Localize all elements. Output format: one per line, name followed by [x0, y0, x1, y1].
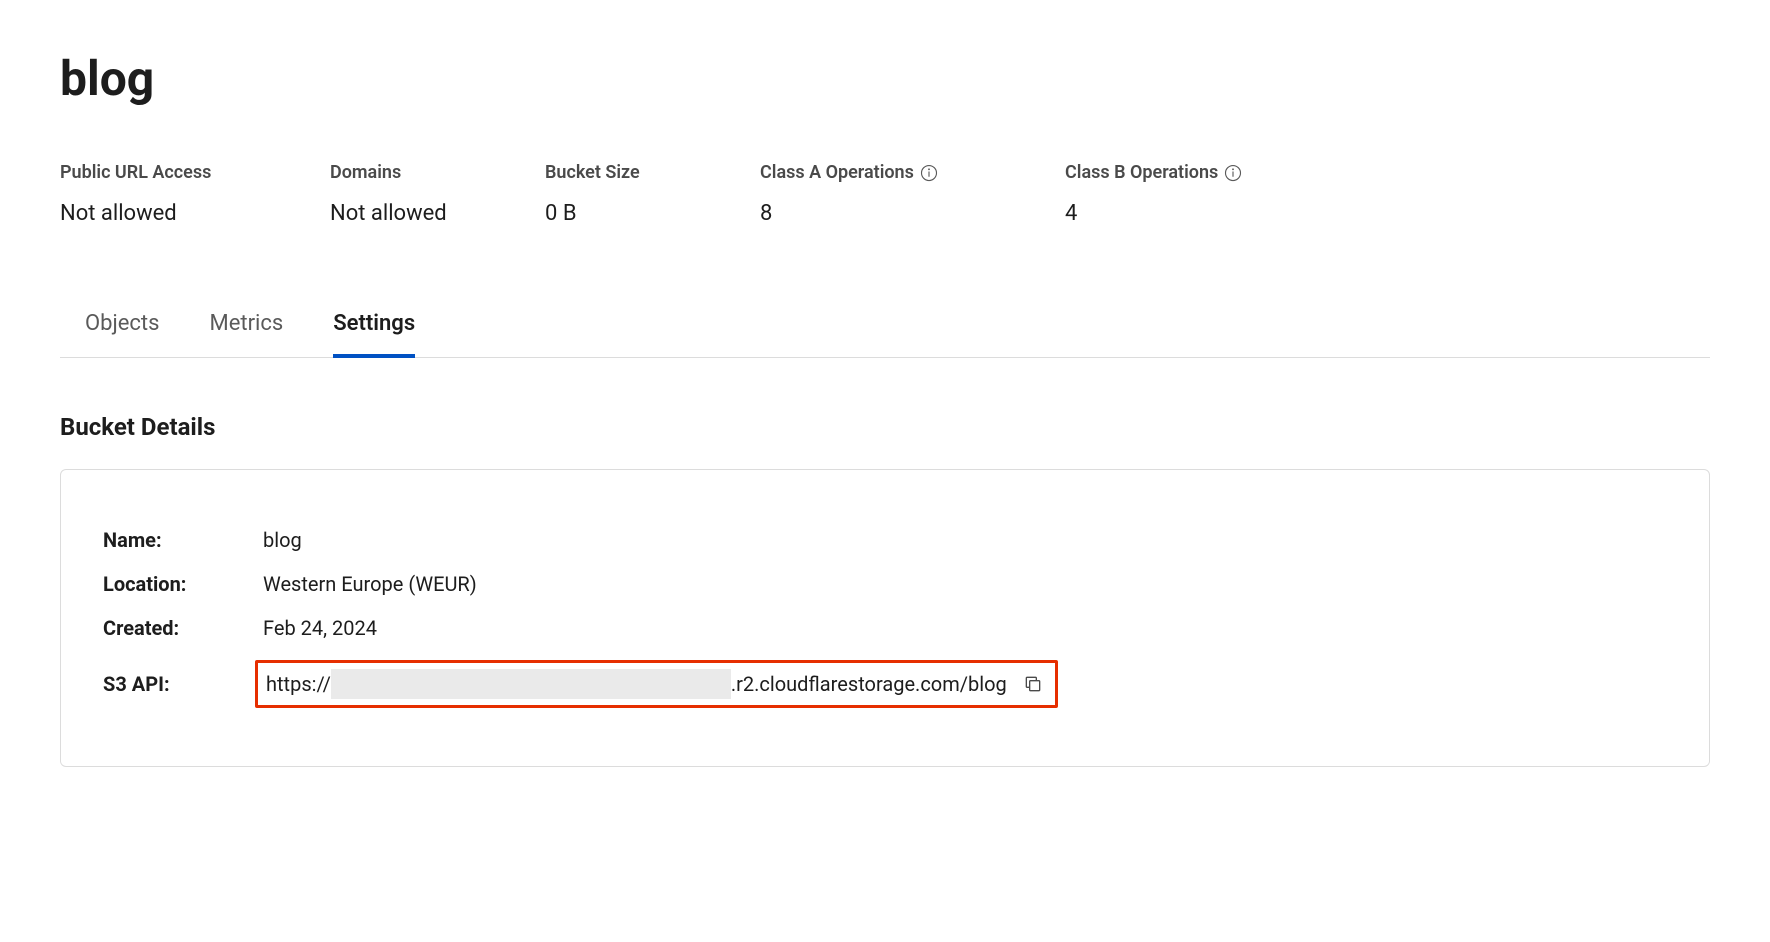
stat-value: Not allowed: [330, 201, 545, 226]
stat-label: Class B Operations: [1065, 162, 1315, 183]
bucket-details-table: Name: blog Location: Western Europe (WEU…: [103, 518, 1058, 718]
stat-class-b-operations: Class B Operations 4: [1065, 162, 1315, 226]
stat-value: 0 B: [545, 201, 760, 226]
section-title-bucket-details: Bucket Details: [60, 413, 1710, 441]
stat-class-a-operations: Class A Operations 8: [760, 162, 1065, 226]
stat-label: Class A Operations: [760, 162, 1065, 183]
detail-row-s3-api: S3 API: https:// .r2.cloudflarestorage.c…: [103, 650, 1058, 718]
tab-metrics[interactable]: Metrics: [210, 311, 284, 358]
info-icon[interactable]: [920, 164, 938, 182]
tab-objects[interactable]: Objects: [85, 311, 160, 358]
copy-icon[interactable]: [1023, 674, 1043, 694]
detail-row-name: Name: blog: [103, 518, 1058, 562]
detail-value: https:// .r2.cloudflarestorage.com/blog: [263, 650, 1058, 718]
stat-value: Not allowed: [60, 201, 330, 226]
s3-api-url-suffix: .r2.cloudflarestorage.com/blog: [731, 672, 1007, 696]
info-icon[interactable]: [1224, 164, 1242, 182]
stat-domains: Domains Not allowed: [330, 162, 545, 226]
stat-public-url-access: Public URL Access Not allowed: [60, 162, 330, 226]
detail-row-created: Created: Feb 24, 2024: [103, 606, 1058, 650]
stat-value: 8: [760, 201, 1065, 226]
s3-api-highlight-box: https:// .r2.cloudflarestorage.com/blog: [255, 660, 1058, 708]
stat-label: Public URL Access: [60, 162, 330, 183]
stats-row: Public URL Access Not allowed Domains No…: [60, 162, 1710, 226]
detail-value: Feb 24, 2024: [263, 606, 1058, 650]
tabs: Objects Metrics Settings: [60, 311, 1710, 358]
detail-label: Name:: [103, 518, 263, 562]
detail-value: blog: [263, 518, 1058, 562]
detail-label: Location:: [103, 562, 263, 606]
stat-label: Domains: [330, 162, 545, 183]
page-title: blog: [60, 50, 1710, 107]
detail-label: Created:: [103, 606, 263, 650]
s3-api-url-redacted: [331, 669, 731, 699]
detail-value: Western Europe (WEUR): [263, 562, 1058, 606]
detail-row-location: Location: Western Europe (WEUR): [103, 562, 1058, 606]
stat-value: 4: [1065, 201, 1315, 226]
tab-settings[interactable]: Settings: [333, 311, 415, 358]
stat-bucket-size: Bucket Size 0 B: [545, 162, 760, 226]
detail-label: S3 API:: [103, 650, 263, 718]
stat-label: Bucket Size: [545, 162, 760, 183]
s3-api-url-prefix: https://: [266, 672, 331, 696]
bucket-details-card: Name: blog Location: Western Europe (WEU…: [60, 469, 1710, 767]
